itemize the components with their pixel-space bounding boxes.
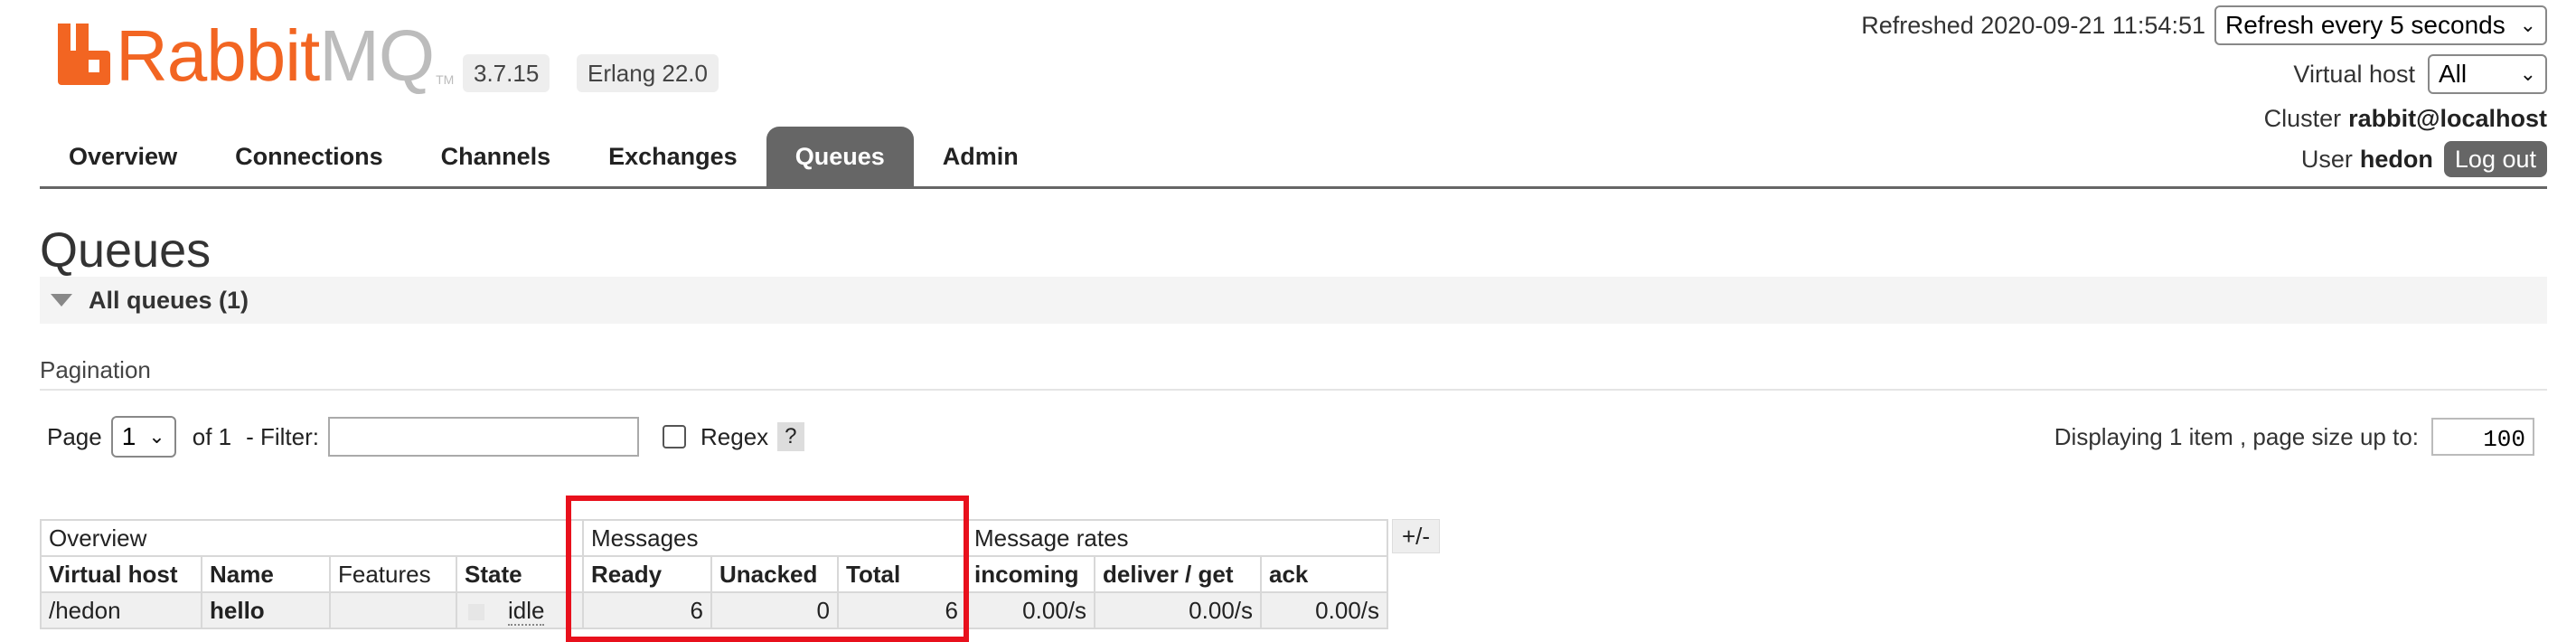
virtual-host-label: Virtual host <box>2293 60 2415 88</box>
column-header-deliver-get[interactable]: deliver / get <box>1094 555 1262 593</box>
tab-admin[interactable]: Admin <box>914 127 1048 186</box>
column-header-ack[interactable]: ack <box>1260 555 1388 593</box>
erlang-version-badge: Erlang 22.0 <box>577 54 719 92</box>
cell-deliver-get: 0.00/s <box>1094 591 1262 629</box>
display-info: Displaying 1 item , page size up to: <box>2054 418 2534 456</box>
rabbit-icon <box>58 24 110 85</box>
column-header-features: Features <box>329 555 457 593</box>
cell-virtual-host: /hedon <box>40 591 202 629</box>
column-header-virtual-host[interactable]: Virtual host <box>40 555 202 593</box>
page-size-input[interactable] <box>2431 418 2534 456</box>
tab-overview[interactable]: Overview <box>40 127 206 186</box>
rabbitmq-logo[interactable]: RabbitMQ TM <box>58 20 454 92</box>
section-label: All queues (1) <box>89 286 249 314</box>
refreshed-timestamp: Refreshed 2020-09-21 11:54:51 <box>1861 11 2205 39</box>
filter-label: - Filter: <box>246 422 319 450</box>
column-header-name[interactable]: Name <box>201 555 331 593</box>
chevron-down-icon: ⌄ <box>2519 14 2536 36</box>
chevron-down-icon: ⌄ <box>2519 62 2536 85</box>
cluster-name: rabbit@localhost <box>2348 105 2547 132</box>
collapse-triangle-icon <box>51 294 72 307</box>
chevron-down-icon: ⌄ <box>148 425 165 448</box>
regex-checkbox[interactable] <box>663 425 686 448</box>
refresh-interval-select[interactable]: Refresh every 5 seconds ⌄ <box>2214 5 2547 45</box>
user-name: hedon <box>2359 145 2433 173</box>
pagination-heading: Pagination <box>40 356 151 383</box>
column-header-incoming[interactable]: incoming <box>965 555 1095 593</box>
rabbitmq-version-badge: 3.7.15 <box>463 54 550 92</box>
page-select[interactable]: 1 ⌄ <box>110 416 176 458</box>
group-header-message-rates: Message rates <box>965 519 1388 557</box>
cell-ack: 0.00/s <box>1260 591 1388 629</box>
tab-queues[interactable]: Queues <box>766 127 914 186</box>
tab-divider <box>40 186 2547 189</box>
display-count-label: Displaying 1 item , page size up to: <box>2054 422 2419 450</box>
logo-trademark: TM <box>436 72 455 87</box>
state-indicator-icon <box>468 603 484 620</box>
logo-text: RabbitMQ <box>116 15 435 96</box>
user-label: User <box>2300 145 2353 173</box>
page-count: of 1 <box>192 422 232 450</box>
tab-connections[interactable]: Connections <box>206 127 412 186</box>
state-text: idle <box>508 596 545 626</box>
tab-channels[interactable]: Channels <box>412 127 580 186</box>
cell-features <box>329 591 457 629</box>
virtual-host-select[interactable]: All ⌄ <box>2428 54 2547 94</box>
page-title: Queues <box>40 223 212 278</box>
logout-button[interactable]: Log out <box>2443 141 2547 177</box>
regex-label: Regex <box>700 422 769 450</box>
pagination-divider <box>40 389 2547 391</box>
cell-incoming: 0.00/s <box>965 591 1095 629</box>
cluster-label: Cluster <box>2263 105 2342 132</box>
cell-state: idle <box>456 591 584 629</box>
column-header-state[interactable]: State <box>456 555 584 593</box>
regex-help-button[interactable]: ? <box>777 422 804 451</box>
group-header-overview: Overview <box>40 519 584 557</box>
messages-highlight-box <box>566 496 969 642</box>
main-nav-tabs: Overview Connections Channels Exchanges … <box>40 127 1048 186</box>
page-label: Page <box>47 422 102 450</box>
queue-name-link[interactable]: hello <box>201 591 331 629</box>
filter-input[interactable] <box>328 417 639 457</box>
column-toggle-button[interactable]: +/- <box>1392 519 1441 553</box>
rabbitmq-management-page: RabbitMQ TM 3.7.15 Erlang 22.0 Refreshed… <box>0 0 2576 642</box>
pagination-controls: Page 1 ⌄ of 1 - Filter: Regex ? <box>47 416 804 458</box>
all-queues-section-toggle[interactable]: All queues (1) <box>40 277 2547 324</box>
tab-exchanges[interactable]: Exchanges <box>579 127 766 186</box>
